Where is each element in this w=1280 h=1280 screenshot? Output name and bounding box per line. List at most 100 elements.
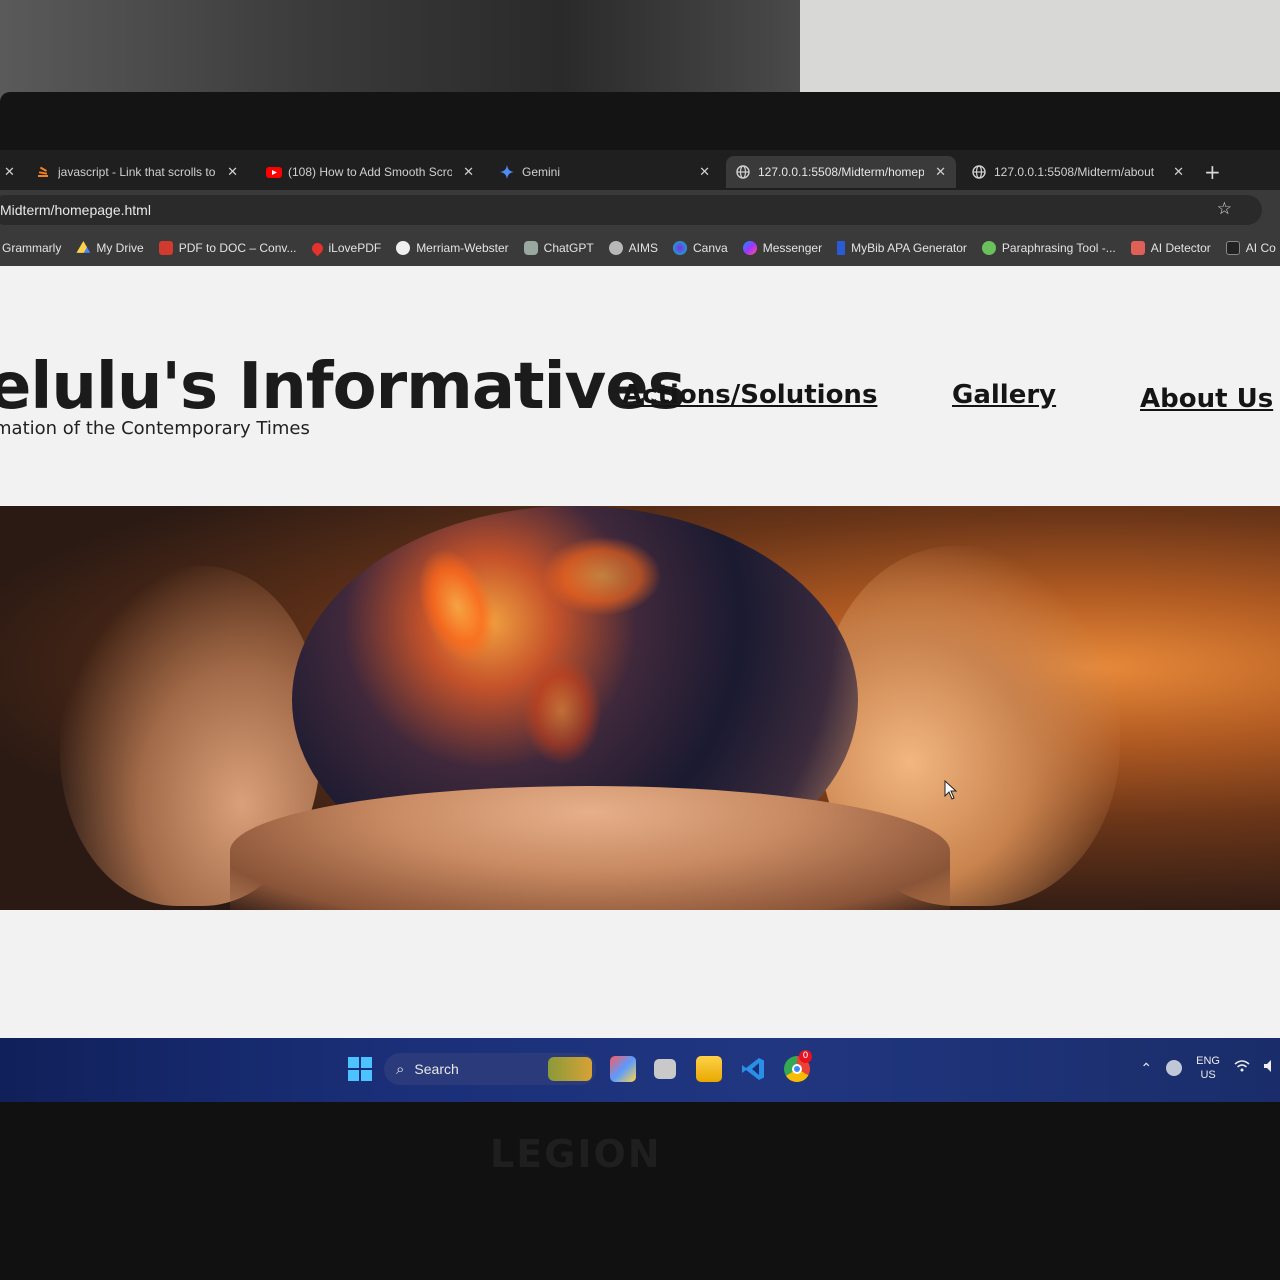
bookmark-label: Grammarly — [2, 241, 62, 255]
close-icon[interactable]: ✕ — [463, 164, 474, 180]
steam-icon[interactable] — [1166, 1060, 1183, 1076]
laptop-bezel-bottom: LEGION — [0, 1102, 1280, 1280]
mw-icon — [396, 241, 411, 255]
ai-detector-icon — [1130, 241, 1145, 255]
volume-icon[interactable] — [1264, 1059, 1274, 1078]
task-view-icon[interactable] — [654, 1059, 676, 1079]
site-title: elulu's Informatives — [0, 350, 686, 424]
close-icon[interactable]: ✕ — [1173, 164, 1184, 180]
bookmark-mybib[interactable]: MyBib APA Generator — [837, 241, 967, 255]
language-indicator[interactable]: ENG US — [1196, 1054, 1220, 1082]
bookmark-label: Merriam-Webster — [416, 241, 509, 255]
tab-gemini[interactable]: Gemini ✕ — [490, 156, 720, 188]
bookmark-my-drive[interactable]: My Drive — [76, 241, 144, 255]
taskbar-search[interactable]: ⌕ Search — [384, 1053, 596, 1085]
tab-offscreen-close[interactable]: ✕ — [0, 156, 22, 188]
chrome-notification-badge: 0 — [799, 1050, 812, 1063]
tab-youtube[interactable]: (108) How to Add Smooth Scro ✕ — [256, 156, 484, 188]
bookmark-star-icon[interactable]: ☆ — [1217, 199, 1232, 219]
bookmark-label: ChatGPT — [543, 241, 594, 255]
close-icon[interactable]: ✕ — [227, 164, 238, 180]
search-highlight-icon — [548, 1057, 592, 1081]
bookmark-label: AI Co — [1245, 241, 1276, 255]
close-icon[interactable]: ✕ — [4, 164, 15, 180]
bookmark-label: Paraphrasing Tool -... — [1001, 241, 1116, 255]
tab-label: 127.0.0.1:5508/Midterm/homep — [758, 165, 924, 179]
search-icon: ⌕ — [396, 1060, 405, 1078]
city-lights — [403, 537, 511, 675]
nav-about-us[interactable]: About Us — [1140, 384, 1273, 414]
browser-toolbar: Midterm/homepage.html ☆ — [0, 190, 1280, 230]
bookmark-canva[interactable]: Canva — [673, 241, 728, 255]
youtube-icon — [266, 165, 282, 179]
drive-icon — [76, 241, 91, 253]
globe-icon — [608, 241, 623, 255]
bookmark-grammarly[interactable]: Grammarly — [2, 241, 61, 255]
laptop-brand-logo: LEGION — [490, 1132, 662, 1176]
bookmark-label: Messenger — [762, 241, 823, 255]
mybib-icon — [837, 241, 846, 255]
close-icon[interactable]: ✕ — [699, 164, 710, 180]
copilot-icon[interactable] — [610, 1056, 636, 1082]
windows-taskbar: ⌕ Search 0 ⌃ ENG US — [0, 1038, 1280, 1102]
hero-image — [0, 506, 1280, 910]
close-icon[interactable]: ✕ — [935, 164, 946, 180]
bookmark-messenger[interactable]: Messenger — [742, 241, 823, 255]
windows-start-icon[interactable] — [348, 1057, 372, 1081]
tab-javascript[interactable]: javascript - Link that scrolls to p ✕ — [26, 156, 248, 188]
bookmark-aims[interactable]: AIMS — [608, 241, 659, 255]
bookmark-label: PDF to DOC – Conv... — [178, 241, 297, 255]
city-lights — [542, 536, 662, 616]
new-tab-button[interactable]: + — [1204, 160, 1221, 184]
bookmark-label: AI Detector — [1150, 241, 1211, 255]
bookmark-label: MyBib APA Generator — [851, 241, 967, 255]
bookmark-ilovepdf[interactable]: iLovePDF — [309, 240, 382, 256]
ilovepdf-icon — [309, 240, 325, 256]
tab-homepage-active[interactable]: 127.0.0.1:5508/Midterm/homep ✕ — [726, 156, 956, 188]
cupped-hands — [230, 786, 950, 910]
search-label: Search — [414, 1061, 459, 1077]
url-text[interactable]: Midterm/homepage.html — [0, 202, 151, 218]
bookmark-pdf-to-doc[interactable]: PDF to DOC – Conv... — [158, 241, 297, 255]
region-code: US — [1200, 1069, 1216, 1081]
city-lights — [522, 656, 602, 766]
bookmark-merriam-webster[interactable]: Merriam-Webster — [396, 241, 509, 255]
bookmark-label: iLovePDF — [328, 241, 382, 255]
ai-icon — [1225, 241, 1240, 255]
vscode-icon[interactable] — [740, 1056, 766, 1082]
tab-label: javascript - Link that scrolls to p — [58, 165, 216, 179]
nav-gallery[interactable]: Gallery — [952, 380, 1056, 410]
bookmark-paraphrasing-tool[interactable]: Paraphrasing Tool -... — [981, 241, 1116, 255]
paraphrase-icon — [981, 241, 996, 255]
stackoverflow-icon — [36, 165, 50, 179]
globe-icon — [736, 165, 750, 179]
laptop-screen: ✕ javascript - Link that scrolls to p ✕ … — [0, 150, 1280, 1102]
language-code: ENG — [1196, 1055, 1220, 1067]
nav-actions-solutions[interactable]: Actions/Solutions — [622, 380, 877, 410]
tab-label: Gemini — [522, 165, 561, 179]
bookmarks-bar: Grammarly My Drive PDF to DOC – Conv... … — [0, 230, 1280, 266]
tab-about[interactable]: 127.0.0.1:5508/Midterm/about ✕ — [962, 156, 1194, 188]
file-explorer-icon[interactable] — [696, 1056, 722, 1082]
pdf-icon — [158, 241, 173, 255]
tab-label: 127.0.0.1:5508/Midterm/about — [994, 165, 1155, 179]
globe-icon — [972, 165, 986, 179]
bookmark-label: Canva — [693, 241, 728, 255]
browser-tab-strip: ✕ javascript - Link that scrolls to p ✕ … — [0, 150, 1280, 190]
chrome-icon[interactable]: 0 — [784, 1050, 812, 1082]
wifi-icon[interactable] — [1234, 1059, 1250, 1078]
site-tagline: mation of the Contemporary Times — [0, 418, 310, 439]
chevron-up-icon[interactable]: ⌃ — [1140, 1060, 1152, 1077]
bookmark-label: AIMS — [628, 241, 659, 255]
tab-label: (108) How to Add Smooth Scro — [288, 165, 452, 179]
messenger-icon — [742, 241, 757, 255]
system-tray: ⌃ ENG US — [1140, 1054, 1274, 1082]
bookmark-chatgpt[interactable]: ChatGPT — [523, 241, 594, 255]
laptop-bezel-top — [0, 92, 1280, 218]
bookmark-ai-detector[interactable]: AI Detector — [1130, 241, 1211, 255]
bookmark-label: My Drive — [96, 241, 144, 255]
gemini-icon — [500, 165, 514, 179]
canva-icon — [673, 241, 688, 255]
address-bar[interactable]: Midterm/homepage.html ☆ — [0, 195, 1262, 225]
bookmark-ai-co[interactable]: AI Co — [1225, 241, 1276, 255]
